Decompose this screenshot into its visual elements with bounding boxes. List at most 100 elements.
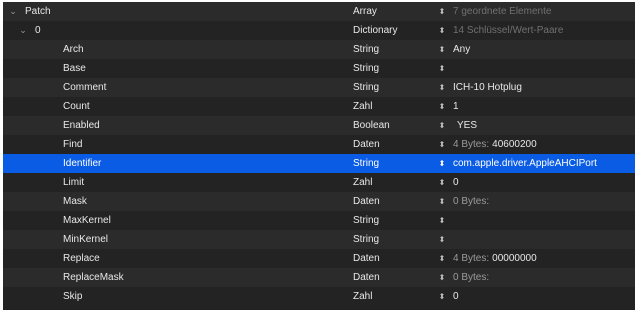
key-cell[interactable]: Count [3, 97, 348, 116]
up-down-stepper-icon[interactable]: ⬍ [437, 173, 447, 192]
type-cell[interactable]: String [353, 230, 435, 249]
type-cell[interactable]: Array [353, 2, 435, 21]
value-cell[interactable]: ⬍ 4 Bytes: 00000000 [437, 249, 635, 268]
value-cell[interactable]: ⬍ 0 Bytes: [437, 268, 635, 287]
value-text: com.apple.driver.AppleAHCIPort [453, 158, 597, 169]
key-cell[interactable]: MinKernel [3, 230, 348, 249]
hex-value: 40600200 [492, 139, 537, 150]
key-cell[interactable]: Skip [3, 287, 348, 306]
type-cell[interactable]: String [353, 211, 435, 230]
value-cell[interactable]: ⬍ 1 [437, 97, 635, 116]
table-row[interactable]: Find Daten ⬍ 4 Bytes: 40600200 [3, 135, 635, 154]
key-cell[interactable]: Comment [3, 78, 348, 97]
value-cell[interactable]: ⬍ 14 Schlüssel/Wert-Paare [437, 21, 635, 40]
table-row[interactable]: ⌄ 0 Dictionary ⬍ 14 Schlüssel/Wert-Paare [3, 21, 635, 40]
table-row[interactable]: Comment String ⬍ ICH-10 Hotplug [3, 78, 635, 97]
table-row[interactable]: ⌄ Patch Array ⬍ 7 geordnete Elemente [3, 2, 635, 21]
table-row[interactable]: Enabled Boolean ⬍ YES [3, 116, 635, 135]
up-down-stepper-icon[interactable]: ⬍ [437, 154, 447, 173]
table-row[interactable]: MaxKernel String ⬍ [3, 211, 635, 230]
key-label: Skip [63, 291, 83, 302]
key-cell[interactable]: Arch [3, 40, 348, 59]
key-label: Find [63, 139, 83, 150]
type-cell[interactable]: Zahl [353, 97, 435, 116]
type-cell[interactable]: Daten [353, 249, 435, 268]
value-cell[interactable]: ⬍ [437, 211, 635, 230]
hex-value: 00000000 [492, 253, 537, 264]
value-text: 0 [453, 177, 459, 188]
key-label: Mask [63, 196, 87, 207]
type-cell[interactable]: String [353, 78, 435, 97]
type-cell[interactable]: Daten [353, 135, 435, 154]
table-row[interactable]: MinKernel String ⬍ [3, 230, 635, 249]
key-label: Identifier [63, 158, 102, 169]
table-row[interactable]: Replace Daten ⬍ 4 Bytes: 00000000 [3, 249, 635, 268]
key-cell[interactable]: Base [3, 59, 348, 78]
key-cell[interactable]: Identifier [3, 154, 348, 173]
value-cell[interactable]: ⬍ 4 Bytes: 40600200 [437, 135, 635, 154]
type-cell[interactable]: Daten [353, 268, 435, 287]
up-down-stepper-icon[interactable]: ⬍ [437, 230, 447, 249]
up-down-stepper-icon[interactable]: ⬍ [437, 211, 447, 230]
table-row[interactable]: Count Zahl ⬍ 1 [3, 97, 635, 116]
value-text: 14 Schlüssel/Wert-Paare [453, 25, 564, 36]
table-row[interactable]: Mask Daten ⬍ 0 Bytes: [3, 192, 635, 211]
table-row[interactable]: Identifier String ⬍ com.apple.driver.AppleA… [3, 154, 635, 173]
table-row[interactable]: ReplaceMask Daten ⬍ 0 Bytes: [3, 268, 635, 287]
up-down-stepper-icon[interactable]: ⬍ [437, 192, 447, 211]
key-label: 0 [35, 25, 41, 36]
key-cell[interactable]: ⌄ Patch [3, 2, 348, 21]
up-down-stepper-icon[interactable]: ⬍ [437, 78, 447, 97]
up-down-stepper-icon[interactable]: ⬍ [437, 59, 447, 78]
up-down-stepper-icon[interactable]: ⬍ [437, 97, 447, 116]
key-cell[interactable]: Find [3, 135, 348, 154]
value-cell[interactable]: ⬍ [437, 59, 635, 78]
type-cell[interactable]: String [353, 40, 435, 59]
up-down-stepper-icon[interactable]: ⬍ [437, 135, 447, 154]
value-cell[interactable]: ⬍ Any [437, 40, 635, 59]
up-down-stepper-icon[interactable]: ⬍ [437, 116, 447, 135]
up-down-stepper-icon[interactable]: ⬍ [437, 268, 447, 287]
value-cell[interactable]: ⬍ 0 [437, 173, 635, 192]
type-cell[interactable]: Daten [353, 192, 435, 211]
table-row[interactable]: Skip Zahl ⬍ 0 [3, 287, 635, 306]
chevron-down-icon[interactable]: ⌄ [17, 21, 29, 40]
value-text: Any [453, 44, 471, 55]
key-cell[interactable]: Mask [3, 192, 348, 211]
key-label: Count [63, 101, 90, 112]
up-down-stepper-icon[interactable]: ⬍ [437, 249, 447, 268]
type-cell[interactable]: String [353, 59, 435, 78]
value-text: 1 [453, 101, 459, 112]
key-label: Replace [63, 253, 100, 264]
value-cell[interactable]: ⬍ ICH-10 Hotplug [437, 78, 635, 97]
up-down-stepper-icon[interactable]: ⬍ [437, 287, 447, 306]
type-cell[interactable]: Zahl [353, 287, 435, 306]
plist-editor-table: ⌄ Patch Array ⬍ 7 geordnete Elemente ⌄ 0 Dictio… [3, 2, 635, 310]
type-cell[interactable]: Zahl [353, 173, 435, 192]
key-cell[interactable]: Limit [3, 173, 348, 192]
up-down-stepper-icon[interactable]: ⬍ [437, 21, 447, 40]
value-cell[interactable]: ⬍ [437, 230, 635, 249]
byte-count-label: 0 Bytes: [453, 196, 490, 207]
key-cell[interactable]: ReplaceMask [3, 268, 348, 287]
type-cell[interactable]: Dictionary [353, 21, 435, 40]
up-down-stepper-icon[interactable]: ⬍ [437, 40, 447, 59]
table-row[interactable]: Limit Zahl ⬍ 0 [3, 173, 635, 192]
table-row[interactable]: Base String ⬍ [3, 59, 635, 78]
key-cell[interactable]: Replace [3, 249, 348, 268]
key-cell[interactable]: ⌄ 0 [3, 21, 348, 40]
value-cell[interactable]: ⬍ com.apple.driver.AppleAHCIPort [437, 154, 635, 173]
chevron-down-icon[interactable]: ⌄ [7, 2, 19, 21]
key-label: Enabled [63, 120, 100, 131]
value-cell[interactable]: ⬍ 0 [437, 287, 635, 306]
value-cell[interactable]: ⬍ YES [437, 116, 635, 135]
key-cell[interactable]: Enabled [3, 116, 348, 135]
up-down-stepper-icon[interactable]: ⬍ [437, 2, 447, 21]
type-cell[interactable]: Boolean [353, 116, 435, 135]
key-cell[interactable]: MaxKernel [3, 211, 348, 230]
value-cell[interactable]: ⬍ 7 geordnete Elemente [437, 2, 635, 21]
type-cell[interactable]: String [353, 154, 435, 173]
key-label: MinKernel [63, 234, 109, 245]
table-row[interactable]: Arch String ⬍ Any [3, 40, 635, 59]
value-cell[interactable]: ⬍ 0 Bytes: [437, 192, 635, 211]
